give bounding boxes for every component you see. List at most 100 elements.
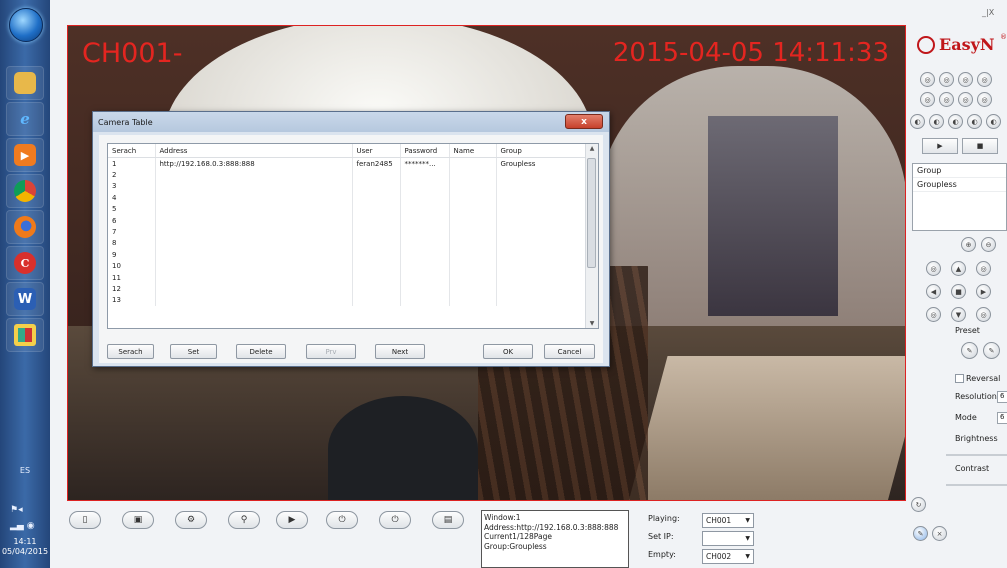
- table-row[interactable]: 2: [108, 169, 587, 181]
- reversal-checkbox[interactable]: [955, 374, 964, 383]
- next-button[interactable]: Next: [375, 344, 425, 359]
- power-button-2[interactable]: ⏻: [379, 511, 411, 529]
- table-row[interactable]: 8: [108, 237, 587, 250]
- stop-button[interactable]: ■: [962, 138, 998, 154]
- language-indicator[interactable]: ES: [0, 466, 50, 475]
- ptz-corner-button-4[interactable]: ◎: [976, 307, 991, 322]
- column-header[interactable]: User: [352, 144, 401, 158]
- ptz-button-9[interactable]: ◐: [910, 114, 925, 129]
- settings-button[interactable]: ✎: [913, 526, 928, 541]
- taskbar-internet-explorer[interactable]: e: [6, 102, 44, 136]
- column-header[interactable]: Name: [449, 144, 497, 158]
- ptz-button-6[interactable]: ◎: [939, 92, 954, 107]
- zoom-out-button[interactable]: ⊖: [981, 237, 996, 252]
- prv-button[interactable]: Prv: [306, 344, 356, 359]
- ptz-down-button[interactable]: ▼: [951, 307, 966, 322]
- ptz-corner-button-2[interactable]: ◎: [976, 261, 991, 276]
- camera-table[interactable]: Serach Address User Password Name Group 1 http…: [107, 143, 599, 329]
- ptz-left-button[interactable]: ◀: [926, 284, 941, 299]
- table-cell: [155, 226, 353, 238]
- search-tool-button[interactable]: ⚲: [228, 511, 260, 529]
- dialog-close-button[interactable]: x: [565, 114, 603, 129]
- ptz-button-13[interactable]: ◐: [986, 114, 1001, 129]
- delete-button[interactable]: Delete: [236, 344, 286, 359]
- scroll-down-icon[interactable]: ▼: [586, 320, 598, 327]
- set-button[interactable]: Set: [170, 344, 217, 359]
- table-row[interactable]: 12: [108, 283, 587, 295]
- start-button[interactable]: [9, 8, 43, 42]
- play-button[interactable]: ▶: [922, 138, 958, 154]
- ok-button[interactable]: OK: [483, 344, 533, 359]
- ptz-button-3[interactable]: ◎: [958, 72, 973, 87]
- taskbar-word[interactable]: W: [6, 282, 44, 316]
- playback-button[interactable]: ▶: [276, 511, 308, 529]
- preset-call-icon[interactable]: ✎: [983, 342, 1000, 359]
- ptz-button-8[interactable]: ◎: [977, 92, 992, 107]
- table-row[interactable]: 11: [108, 271, 587, 284]
- dialog-titlebar[interactable]: Camera Table x: [93, 112, 609, 132]
- window-controls[interactable]: _|X: [982, 8, 994, 17]
- close-view-button[interactable]: ×: [932, 526, 947, 541]
- taskbar-app-red[interactable]: C: [6, 246, 44, 280]
- group-list[interactable]: Group Groupless: [912, 163, 1007, 231]
- snapshot-button[interactable]: ▯: [69, 511, 101, 529]
- ptz-up-button[interactable]: ▲: [951, 261, 966, 276]
- taskbar-media-player[interactable]: ▶: [6, 138, 44, 172]
- ptz-button-2[interactable]: ◎: [939, 72, 954, 87]
- table-row[interactable]: 13: [108, 294, 587, 307]
- ptz-right-button[interactable]: ▶: [976, 284, 991, 299]
- scroll-up-icon[interactable]: ▲: [586, 145, 598, 152]
- ptz-center-button[interactable]: ■: [951, 284, 966, 299]
- word-icon: W: [14, 288, 36, 310]
- table-row[interactable]: 10: [108, 260, 587, 272]
- serach-button[interactable]: Serach: [107, 344, 154, 359]
- column-header[interactable]: Address: [155, 144, 353, 158]
- table-scrollbar[interactable]: ▲ ▼: [585, 144, 598, 328]
- column-header[interactable]: Group: [496, 144, 587, 158]
- ptz-corner-button[interactable]: ◎: [926, 261, 941, 276]
- network-icon[interactable]: ▂▄ ◉: [10, 521, 35, 531]
- ptz-button-4[interactable]: ◎: [977, 72, 992, 87]
- table-row[interactable]: 1 http://192.168.0.3:888:888 feran2485 ****…: [108, 157, 587, 170]
- table-row[interactable]: 9: [108, 249, 587, 261]
- taskbar-firefox[interactable]: [6, 210, 44, 244]
- empty-select[interactable]: CH002 ▼: [702, 549, 754, 564]
- brightness-slider[interactable]: [946, 454, 1007, 456]
- column-header[interactable]: Serach: [108, 144, 156, 158]
- ptz-button-10[interactable]: ◐: [929, 114, 944, 129]
- group-list-item[interactable]: Groupless: [913, 178, 1006, 192]
- ptz-button-11[interactable]: ◐: [948, 114, 963, 129]
- record-button[interactable]: ▣: [122, 511, 154, 529]
- layout-button[interactable]: ▤: [432, 511, 464, 529]
- ptz-button-5[interactable]: ◎: [920, 92, 935, 107]
- ptz-button-7[interactable]: ◎: [958, 92, 973, 107]
- table-row[interactable]: 3: [108, 180, 587, 193]
- taskbar-easyn[interactable]: [6, 318, 44, 352]
- scroll-thumb[interactable]: [587, 158, 596, 268]
- resolution-select[interactable]: 6: [997, 391, 1007, 403]
- taskbar-chrome[interactable]: [6, 174, 44, 208]
- taskbar-clock[interactable]: 14:11 05/04/2015: [0, 537, 50, 557]
- settings-tool-button[interactable]: ⚙: [175, 511, 207, 529]
- contrast-slider[interactable]: [946, 484, 1007, 486]
- table-cell: [449, 203, 497, 215]
- playing-select[interactable]: CH001 ▼: [702, 513, 754, 528]
- preset-set-icon[interactable]: ✎: [961, 342, 978, 359]
- taskbar-file-explorer[interactable]: [6, 66, 44, 100]
- mode-select[interactable]: 6: [997, 412, 1007, 424]
- power-button-1[interactable]: ⏻: [326, 511, 358, 529]
- table-cell: [400, 192, 450, 204]
- cancel-button[interactable]: Cancel: [544, 344, 595, 359]
- ptz-button-12[interactable]: ◐: [967, 114, 982, 129]
- table-row[interactable]: 7: [108, 226, 587, 238]
- refresh-button[interactable]: ↻: [911, 497, 926, 512]
- table-row[interactable]: 5: [108, 203, 587, 215]
- flag-icon[interactable]: ⚑◂: [10, 505, 23, 515]
- ptz-corner-button-3[interactable]: ◎: [926, 307, 941, 322]
- setip-select[interactable]: ▼: [702, 531, 754, 546]
- column-header[interactable]: Password: [400, 144, 450, 158]
- table-row[interactable]: 4: [108, 192, 587, 204]
- zoom-in-button[interactable]: ⊕: [961, 237, 976, 252]
- table-row[interactable]: 6: [108, 214, 587, 227]
- ptz-button-1[interactable]: ◎: [920, 72, 935, 87]
